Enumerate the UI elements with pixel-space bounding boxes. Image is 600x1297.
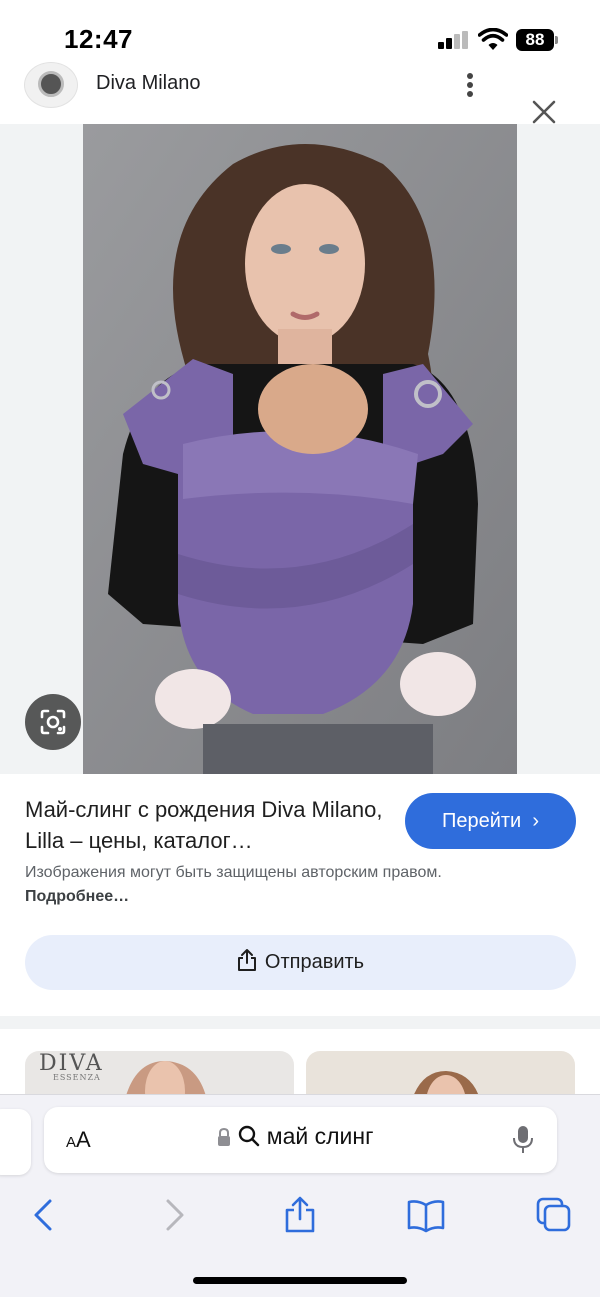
battery-level: 88 [516, 29, 554, 51]
bookmarks-icon[interactable] [406, 1195, 446, 1235]
learn-more-link[interactable]: Подробнее… [25, 888, 129, 905]
share-button[interactable]: Отправить [25, 935, 576, 990]
image-preview [0, 124, 600, 774]
related-image-2[interactable] [306, 1051, 575, 1094]
copyright-text: Изображения могут быть защищены авторски… [25, 864, 442, 881]
google-lens-button[interactable] [25, 694, 81, 750]
lock-icon [218, 1127, 230, 1146]
related-images: DIVA ESSENZA [0, 1029, 600, 1094]
home-indicator[interactable] [193, 1277, 407, 1284]
more-options-icon[interactable] [458, 70, 482, 100]
browser-toolbar: AA май слинг [0, 1094, 600, 1297]
copyright-notice: Изображения могут быть защищены авторски… [25, 861, 465, 909]
site-name[interactable]: Diva Milano [96, 72, 200, 95]
source-header: Diva Milano [0, 62, 600, 124]
battery-icon: 88 [516, 29, 558, 51]
photo-illustration [83, 124, 517, 774]
address-text[interactable]: май слинг [216, 1123, 373, 1150]
previous-tab[interactable] [0, 1109, 31, 1175]
tabs-icon[interactable] [534, 1195, 574, 1235]
microphone-icon[interactable] [512, 1125, 534, 1155]
search-query: май слинг [266, 1123, 374, 1149]
result-info-panel: Май-слинг с рождения Diva Milano, Lilla … [0, 774, 600, 1016]
chevron-right-icon: › [526, 810, 540, 832]
status-bar: 12:47 88 [0, 0, 600, 62]
forward-icon[interactable] [154, 1195, 194, 1235]
visit-button[interactable]: Перейти › [405, 793, 576, 849]
result-title[interactable]: Май-слинг с рождения Diva Milano, Lilla … [25, 794, 390, 856]
address-bar[interactable]: AA май слинг [44, 1107, 557, 1173]
share-icon [237, 949, 256, 971]
thumb-2-illustration [414, 1071, 479, 1094]
lens-icon [40, 709, 66, 735]
related-image-1[interactable]: DIVA ESSENZA [25, 1051, 294, 1094]
search-icon [239, 1125, 260, 1147]
share-button-label: Отправить [264, 951, 365, 973]
site-logo-icon[interactable] [24, 62, 78, 108]
product-photo[interactable] [83, 124, 517, 774]
thumb-1-illustration [126, 1061, 206, 1094]
back-icon[interactable] [24, 1195, 64, 1235]
wifi-icon [478, 28, 508, 50]
status-time: 12:47 [64, 24, 133, 54]
section-divider [0, 1016, 600, 1029]
cellular-signal-icon [438, 31, 470, 49]
visit-button-label: Перейти [441, 810, 522, 832]
share-sheet-icon[interactable] [280, 1195, 320, 1235]
reader-settings-button[interactable]: AA [66, 1127, 91, 1153]
